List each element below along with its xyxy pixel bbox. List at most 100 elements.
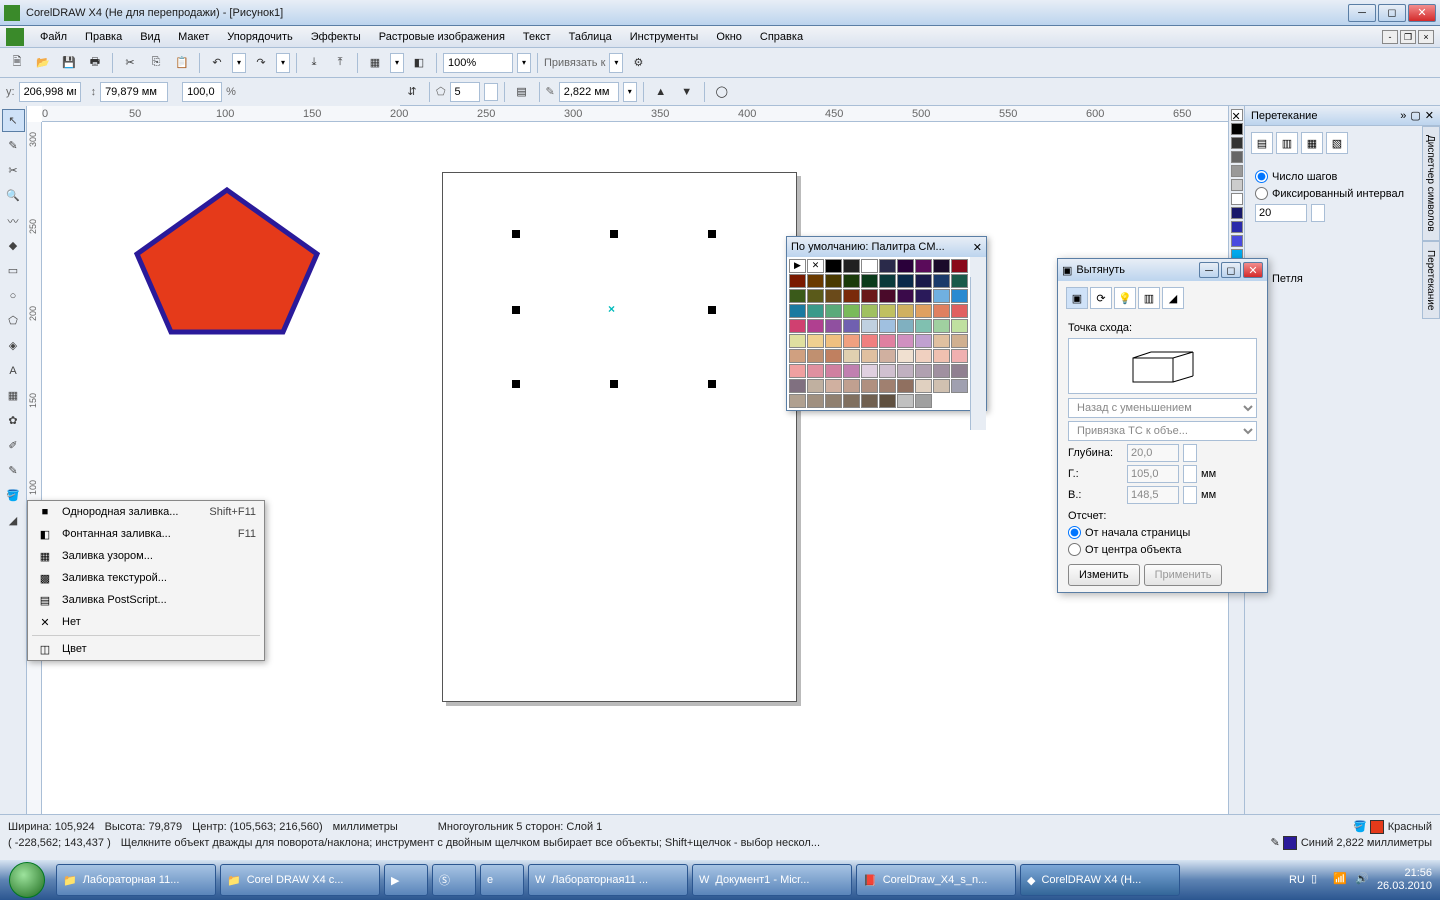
- menu-arrange[interactable]: Упорядочить: [219, 28, 300, 46]
- y-input[interactable]: [19, 82, 81, 102]
- palette-swatch[interactable]: [861, 289, 878, 303]
- tray-volume-icon[interactable]: 🔊: [1355, 872, 1371, 888]
- palette-swatch[interactable]: [843, 334, 860, 348]
- palette-swatch[interactable]: [861, 259, 878, 273]
- palette-swatch[interactable]: [915, 364, 932, 378]
- palette-nav[interactable]: ▶: [789, 259, 806, 273]
- palette-swatch[interactable]: [897, 349, 914, 363]
- blend-misc-tab-icon[interactable]: ▧: [1326, 132, 1348, 154]
- palette-swatch[interactable]: [843, 379, 860, 393]
- crop-tool-icon[interactable]: ✂: [2, 159, 25, 182]
- palette-swatch[interactable]: [843, 394, 860, 408]
- taskbar-item[interactable]: WЛабораторная11 ...: [528, 864, 688, 896]
- redo-dropdown[interactable]: ▾: [276, 53, 290, 73]
- palette-swatch[interactable]: [915, 259, 932, 273]
- sel-handle-sw[interactable]: [512, 380, 520, 388]
- blend-accel-tab-icon[interactable]: ▥: [1276, 132, 1298, 154]
- palette-swatch[interactable]: [807, 364, 824, 378]
- welcome-icon[interactable]: ◧: [408, 52, 430, 74]
- palette-swatch[interactable]: [879, 259, 896, 273]
- to-front-icon[interactable]: ▲: [650, 81, 672, 103]
- close-button[interactable]: ✕: [1408, 4, 1436, 22]
- export-icon[interactable]: ⤒: [329, 52, 351, 74]
- dlg-maximize-button[interactable]: ◻: [1221, 262, 1241, 278]
- palette-swatch[interactable]: [807, 274, 824, 288]
- table-tool-icon[interactable]: ▦: [2, 384, 25, 407]
- palette-swatch[interactable]: [789, 349, 806, 363]
- zoom-dropdown[interactable]: ▾: [517, 53, 531, 73]
- to-back-icon[interactable]: ▼: [676, 81, 698, 103]
- palette-swatch[interactable]: [933, 349, 950, 363]
- extrude-tab-color-icon[interactable]: ▥: [1138, 287, 1160, 309]
- scale-y-input[interactable]: [182, 82, 222, 102]
- rectangle-tool-icon[interactable]: ▭: [2, 259, 25, 282]
- palette-swatch[interactable]: [789, 274, 806, 288]
- palette-swatch[interactable]: [951, 304, 968, 318]
- palette-swatch[interactable]: [807, 394, 824, 408]
- palette-swatch[interactable]: [843, 349, 860, 363]
- steps-input[interactable]: [1255, 204, 1307, 222]
- palette-swatch[interactable]: [789, 364, 806, 378]
- ctx-texture[interactable]: ▩Заливка текстурой...: [28, 567, 264, 589]
- sidetab-blend[interactable]: Перетекание: [1422, 241, 1440, 319]
- eyedropper-tool-icon[interactable]: ✐: [2, 434, 25, 457]
- palette-swatch[interactable]: [861, 349, 878, 363]
- palette-swatch[interactable]: [933, 289, 950, 303]
- extrude-tab-bevel-icon[interactable]: ◢: [1162, 287, 1184, 309]
- fill-tool-icon[interactable]: 🪣: [2, 484, 25, 507]
- palette-swatch[interactable]: [897, 319, 914, 333]
- extrude-preset-select[interactable]: Назад с уменьшением: [1068, 398, 1257, 418]
- palette-swatch[interactable]: [861, 319, 878, 333]
- palette-swatch[interactable]: [825, 334, 842, 348]
- menu-layout[interactable]: Макет: [170, 28, 217, 46]
- interactive-tool-icon[interactable]: ✿: [2, 409, 25, 432]
- palette-swatch[interactable]: [915, 319, 932, 333]
- dlg-close-button[interactable]: ✕: [1243, 262, 1263, 278]
- docker-collapse-icon[interactable]: »: [1400, 110, 1406, 122]
- palette-swatch[interactable]: [807, 349, 824, 363]
- tray-flag-icon[interactable]: ▯: [1311, 872, 1327, 888]
- palette-swatch[interactable]: [951, 334, 968, 348]
- palette-swatch[interactable]: [843, 274, 860, 288]
- menu-help[interactable]: Справка: [752, 28, 811, 46]
- outline-dropdown[interactable]: ▾: [623, 82, 637, 102]
- open-icon[interactable]: 📂: [32, 52, 54, 74]
- steps-radio[interactable]: [1255, 170, 1268, 183]
- color-swatch[interactable]: [1231, 193, 1243, 205]
- menu-bitmap[interactable]: Растровые изображения: [371, 28, 513, 46]
- palette-swatch[interactable]: [951, 259, 968, 273]
- extrude-tab-light-icon[interactable]: 💡: [1114, 287, 1136, 309]
- palette-swatch[interactable]: [807, 304, 824, 318]
- palette-swatch[interactable]: [861, 394, 878, 408]
- palette-swatch[interactable]: [897, 289, 914, 303]
- palette-swatch[interactable]: [915, 379, 932, 393]
- palette-swatch[interactable]: [879, 304, 896, 318]
- palette-swatch[interactable]: [789, 319, 806, 333]
- wrap-icon[interactable]: ▤: [511, 81, 533, 103]
- no-color-swatch[interactable]: ✕: [1231, 109, 1243, 121]
- palette-swatch[interactable]: [933, 274, 950, 288]
- extrude-v-input[interactable]: [1127, 486, 1179, 504]
- ctx-color[interactable]: ◫Цвет: [28, 638, 264, 660]
- palette-swatch[interactable]: [933, 364, 950, 378]
- palette-swatch[interactable]: [789, 304, 806, 318]
- print-icon[interactable]: 🖶: [84, 52, 106, 74]
- import-icon[interactable]: ⤓: [303, 52, 325, 74]
- polygon-tool-icon[interactable]: ⬠: [2, 309, 25, 332]
- shape-tool-icon[interactable]: ✎: [2, 134, 25, 157]
- depth-input[interactable]: [1127, 444, 1179, 462]
- menu-tools[interactable]: Инструменты: [622, 28, 707, 46]
- palette-swatch[interactable]: [951, 319, 968, 333]
- mirror-v-icon[interactable]: ⇵: [401, 81, 423, 103]
- palette-swatch[interactable]: [879, 379, 896, 393]
- extrude-h-input[interactable]: [1127, 465, 1179, 483]
- taskbar-item[interactable]: Ⓢ: [432, 864, 476, 896]
- palette-swatch[interactable]: [825, 304, 842, 318]
- palette-swatch[interactable]: [897, 304, 914, 318]
- palette-swatch[interactable]: [789, 289, 806, 303]
- ctx-solid[interactable]: ■Однородная заливка...Shift+F11: [28, 501, 264, 523]
- palette-swatch[interactable]: [789, 379, 806, 393]
- freehand-tool-icon[interactable]: 〰: [2, 209, 25, 232]
- taskbar-item[interactable]: e: [480, 864, 524, 896]
- options-icon[interactable]: ⚙: [627, 52, 649, 74]
